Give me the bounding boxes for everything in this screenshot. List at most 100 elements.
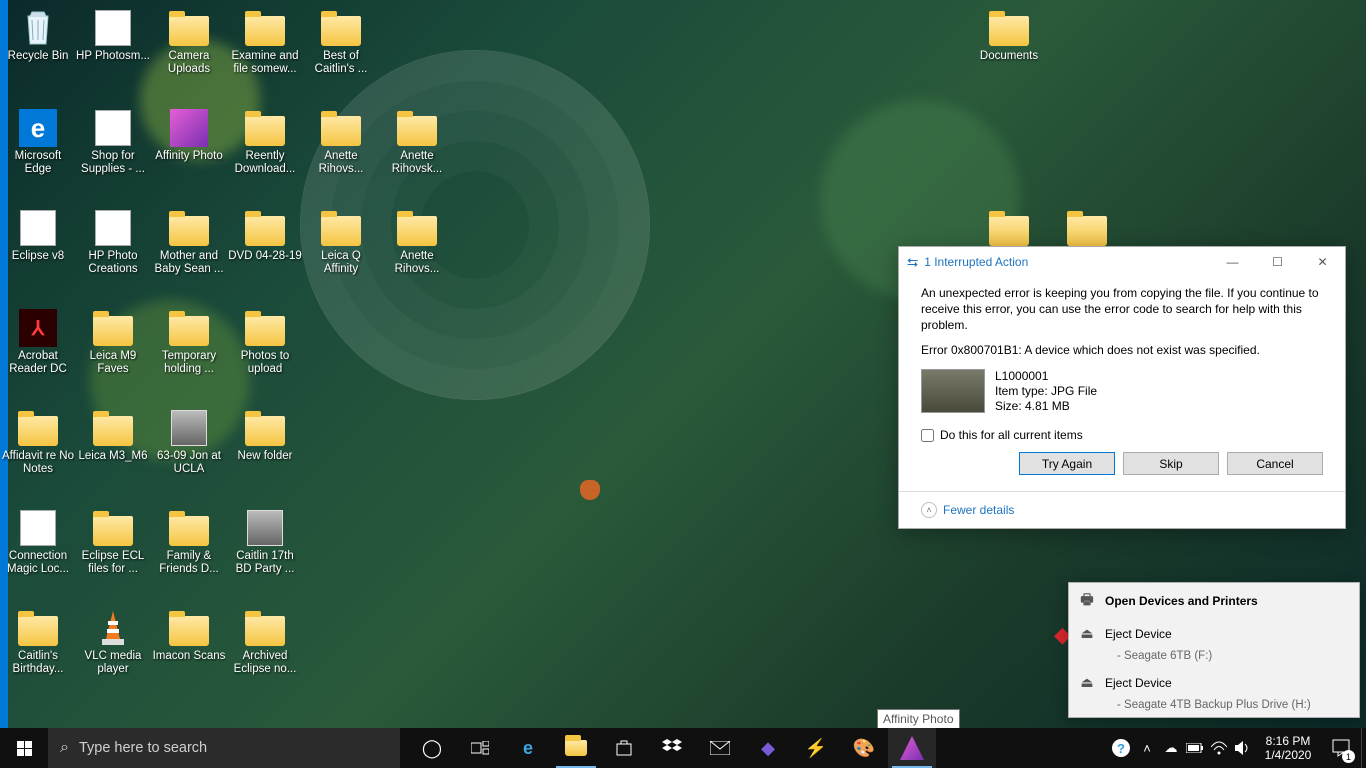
show-desktop-button[interactable] (1361, 728, 1366, 768)
search-box[interactable]: ⌕ Type here to search (48, 728, 400, 768)
desktop-icon-acrobat[interactable]: ⅄Acrobat Reader DC (1, 308, 75, 376)
desktop-icon-edge[interactable]: eMicrosoft Edge (1, 108, 75, 176)
icon-label: New folder (238, 450, 293, 463)
cancel-button[interactable]: Cancel (1227, 452, 1323, 475)
icon-label: Shop for Supplies - ... (76, 150, 150, 176)
desktop-icon-leica-m9-faves[interactable]: Leica M9 Faves (76, 308, 150, 376)
file-explorer-taskbar-icon[interactable] (552, 728, 600, 768)
task-view-button[interactable] (456, 728, 504, 768)
windows-logo-icon (17, 741, 32, 756)
devices-icon: 🖶 (1079, 589, 1095, 613)
icon-label: Affinity Photo (155, 150, 223, 163)
app-taskbar-icon-2[interactable]: ⚡ (792, 728, 840, 768)
close-button[interactable]: ✕ (1300, 247, 1345, 277)
popup-header-label: Open Devices and Printers (1105, 594, 1258, 608)
icon-label: HP Photosm... (76, 50, 150, 63)
folder-icon (245, 208, 285, 248)
paint-taskbar-icon[interactable]: 🎨 (840, 728, 888, 768)
desktop-icon-connection-magic[interactable]: Connection Magic Loc... (1, 508, 75, 576)
desktop-icon-eclipse-v8[interactable]: Eclipse v8 (1, 208, 75, 263)
do-for-all-checkbox[interactable]: Do this for all current items (921, 428, 1323, 442)
desktop-icon-shop-supplies[interactable]: Shop for Supplies - ... (76, 108, 150, 176)
mail-taskbar-icon[interactable] (696, 728, 744, 768)
desktop-icon-hidden-folder-1[interactable] (972, 208, 1046, 250)
desktop-icon-recycle-bin[interactable]: Recycle Bin (1, 8, 75, 63)
desktop-icon-temporary-holding[interactable]: Temporary holding ... (152, 308, 226, 376)
acrobat-icon: ⅄ (18, 308, 58, 348)
onedrive-tray-icon[interactable]: ☁ (1159, 728, 1183, 768)
desktop-icon-imacon-scans[interactable]: Imacon Scans (152, 608, 226, 663)
eject-device-1[interactable]: ⏏ Eject Device - Seagate 6TB (F:) (1069, 619, 1359, 668)
desktop-icon-caitlin-17th[interactable]: Caitlin 17th BD Party ... (228, 508, 302, 576)
desktop-icon-jon-ucla[interactable]: 63-09 Jon at UCLA (152, 408, 226, 476)
desktop-icon-affidavit[interactable]: Affidavit re No Notes (1, 408, 75, 476)
folder-icon (93, 308, 133, 348)
icon-label: Camera Uploads (152, 50, 226, 76)
desktop-icon-caitlin-birthday[interactable]: Caitlin's Birthday... (1, 608, 75, 676)
affinity-icon (169, 108, 209, 148)
desktop-icon-vlc[interactable]: VLC media player (76, 608, 150, 676)
affinity-photo-taskbar-icon[interactable] (888, 728, 936, 768)
help-tray-icon[interactable]: ? (1107, 728, 1135, 768)
file-name: L1000001 (995, 369, 1097, 384)
folder-icon (245, 608, 285, 648)
desktop-icon-hp-photosm[interactable]: HP Photosm... (76, 8, 150, 63)
desktop-icon-anette-rihovsk[interactable]: Anette Rihovsk... (380, 108, 454, 176)
taskbar-clock[interactable]: 8:16 PM 1/4/2020 (1255, 734, 1321, 762)
minimize-button[interactable]: — (1210, 247, 1255, 277)
desktop-icon-anette-rihovs-1[interactable]: Anette Rihovs... (304, 108, 378, 176)
system-tray: ? ˄ ☁ 8:16 PM 1/4/2020 1 (1107, 728, 1366, 768)
do-for-all-input[interactable] (921, 429, 934, 442)
icon-label: Leica M3_M6 (78, 450, 147, 463)
try-again-button[interactable]: Try Again (1019, 452, 1115, 475)
desktop-icon-eclipse-ecl[interactable]: Eclipse ECL files for ... (76, 508, 150, 576)
action-center-button[interactable]: 1 (1321, 728, 1361, 768)
drive-icon: ⏏ (1079, 674, 1095, 691)
skip-button[interactable]: Skip (1123, 452, 1219, 475)
maximize-button[interactable]: ☐ (1255, 247, 1300, 277)
desktop-icon-archived-eclipse[interactable]: Archived Eclipse no... (228, 608, 302, 676)
desktop-icon-photos-upload[interactable]: Photos to upload (228, 308, 302, 376)
folder-icon (245, 8, 285, 48)
fewer-details-toggle[interactable]: ˄ Fewer details (899, 491, 1345, 528)
desktop-icon-new-folder[interactable]: New folder (228, 408, 302, 463)
desktop-icon-examine-file[interactable]: Examine and file somew... (228, 8, 302, 76)
edge-taskbar-icon[interactable]: e (504, 728, 552, 768)
icon-label: 63-09 Jon at UCLA (152, 450, 226, 476)
desktop-icon-documents[interactable]: Documents (972, 8, 1046, 63)
desktop-icon-hp-photo-creations[interactable]: HP Photo Creations (76, 208, 150, 276)
start-button[interactable] (0, 728, 48, 768)
folder-icon (321, 208, 361, 248)
dropbox-taskbar-icon[interactable] (648, 728, 696, 768)
cortana-button[interactable]: ◯ (408, 728, 456, 768)
desktop-icon-hidden-folder-2[interactable] (1050, 208, 1124, 250)
clock-date: 1/4/2020 (1259, 748, 1317, 762)
desktop-icon-leica-m3-m6[interactable]: Leica M3_M6 (76, 408, 150, 463)
desktop-icon-anette-rihovs-2[interactable]: Anette Rihovs... (380, 208, 454, 276)
volume-tray-icon[interactable] (1231, 728, 1255, 768)
desktop-icon-camera-uploads[interactable]: Camera Uploads (152, 8, 226, 76)
desktop-icon-reently-download[interactable]: Reently Download... (228, 108, 302, 176)
desktop-icon-best-caitlin[interactable]: Best of Caitlin's ... (304, 8, 378, 76)
desktop-icon-family-friends[interactable]: Family & Friends D... (152, 508, 226, 576)
interrupted-action-dialog: ⮀ 1 Interrupted Action — ☐ ✕ An unexpect… (898, 246, 1346, 529)
desktop-icon-leica-q-affinity[interactable]: Leica Q Affinity (304, 208, 378, 276)
app-taskbar-icon-1[interactable]: ◆ (744, 728, 792, 768)
eject-label: Eject Device (1105, 627, 1172, 641)
network-tray-icon[interactable] (1207, 728, 1231, 768)
edge-icon: e (18, 108, 58, 148)
eject-sub-1: - Seagate 6TB (F:) (1069, 648, 1359, 668)
desktop-icon-affinity-photo[interactable]: Affinity Photo (152, 108, 226, 163)
file-block: L1000001 Item type: JPG File Size: 4.81 … (921, 369, 1323, 414)
desktop-icon-mother-baby-sean[interactable]: Mother and Baby Sean ... (152, 208, 226, 276)
folder-icon (169, 8, 209, 48)
dialog-titlebar[interactable]: ⮀ 1 Interrupted Action — ☐ ✕ (899, 247, 1345, 277)
folder-icon (18, 408, 58, 448)
open-devices-printers[interactable]: 🖶 Open Devices and Printers (1069, 583, 1359, 619)
desktop-icon-dvd-042819[interactable]: DVD 04-28-19 (228, 208, 302, 263)
dialog-icon: ⮀ (907, 254, 918, 271)
tray-overflow-button[interactable]: ˄ (1135, 728, 1159, 768)
eject-device-2[interactable]: ⏏ Eject Device - Seagate 4TB Backup Plus… (1069, 668, 1359, 717)
battery-tray-icon[interactable] (1183, 728, 1207, 768)
store-taskbar-icon[interactable] (600, 728, 648, 768)
